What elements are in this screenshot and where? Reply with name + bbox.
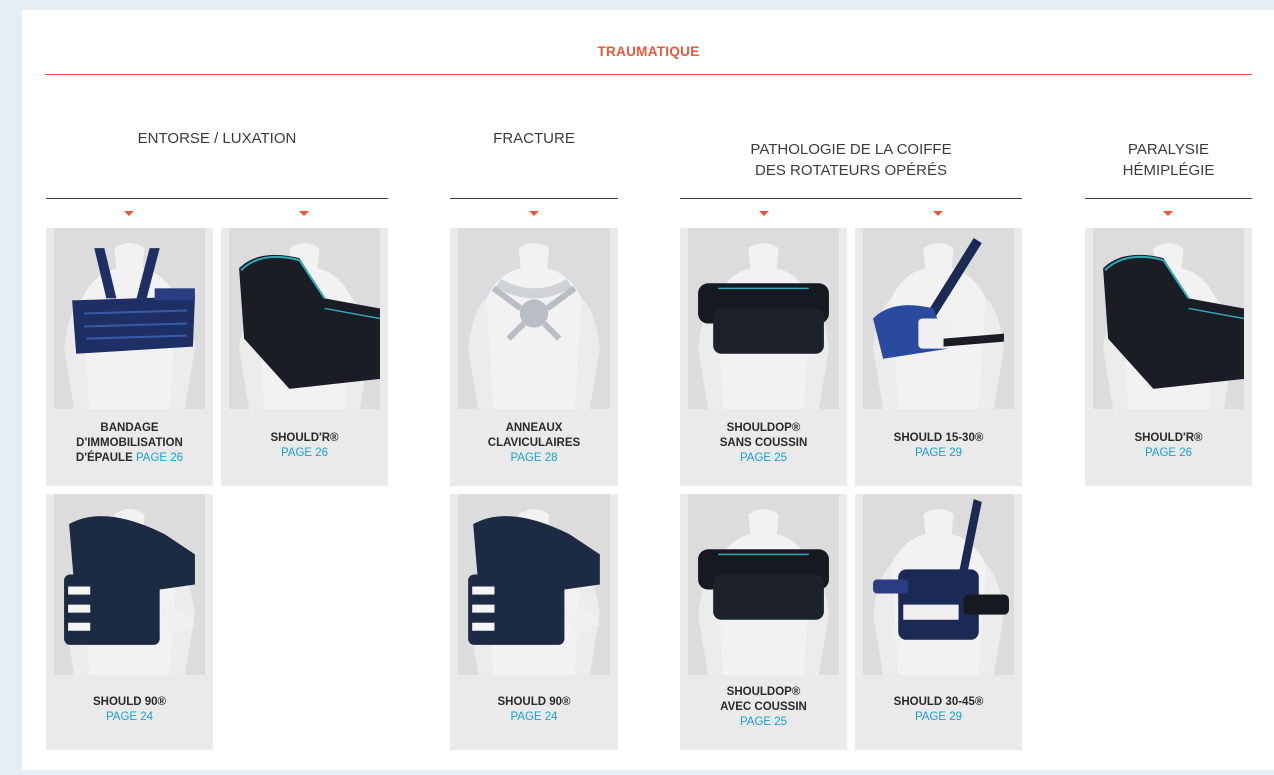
category-rule bbox=[1085, 198, 1252, 199]
product-page-link[interactable]: PAGE 25 bbox=[684, 451, 843, 466]
product-name: SHOULD'R® bbox=[270, 432, 339, 444]
product-photo-shouldop-no-cushion bbox=[688, 228, 839, 409]
product-caption: SHOULDOP® AVEC COUSSIN PAGE 25 bbox=[684, 685, 843, 730]
section-title-rule bbox=[45, 74, 1252, 75]
product-caption: SHOULD 90® PAGE 24 bbox=[454, 695, 614, 725]
category-rule bbox=[46, 198, 388, 199]
product-name: CLAVICULAIRES bbox=[487, 437, 581, 449]
product-card[interactable]: BANDAGE D'IMMOBILISATION D'ÉPAULE PAGE 2… bbox=[46, 228, 213, 486]
product-caption: BANDAGE D'IMMOBILISATION D'ÉPAULE PAGE 2… bbox=[50, 421, 209, 466]
product-photo-shoulder-brace bbox=[229, 228, 380, 409]
product-photo-shouldop-cushion bbox=[688, 494, 839, 675]
arrow-down-icon bbox=[124, 211, 134, 216]
product-caption: SHOULD 30-45® PAGE 29 bbox=[859, 695, 1018, 725]
product-photo-clavicle-rings bbox=[458, 228, 610, 409]
frame-bottom bbox=[22, 770, 1274, 775]
category-coiffe-rotateurs: PATHOLOGIE DE LA COIFFE DES ROTATEURS OP… bbox=[680, 118, 1022, 181]
category-rule bbox=[450, 198, 618, 199]
product-photo-should-15-30 bbox=[863, 228, 1014, 409]
product-name: BANDAGE bbox=[100, 422, 159, 434]
product-name: SHOULD 30-45® bbox=[893, 696, 984, 708]
product-photo-shoulder-brace bbox=[1093, 228, 1244, 409]
product-name: SHOULD 90® bbox=[92, 696, 166, 708]
category-paralysie: PARALYSIE HÉMIPLÉGIE bbox=[1085, 118, 1252, 181]
arrow-down-icon bbox=[759, 211, 769, 216]
product-card[interactable]: SHOULD 90® PAGE 24 bbox=[46, 494, 213, 750]
product-photo-should-30-45 bbox=[863, 494, 1014, 675]
product-page-link[interactable]: PAGE 24 bbox=[454, 710, 614, 725]
frame-left bbox=[0, 0, 22, 775]
product-name: D'IMMOBILISATION bbox=[76, 437, 183, 449]
product-card[interactable]: SHOULD'R® PAGE 26 bbox=[1085, 228, 1252, 486]
product-name: SHOULD 15-30® bbox=[893, 432, 984, 444]
category-rule bbox=[680, 198, 1022, 199]
product-page-link[interactable]: PAGE 26 bbox=[136, 452, 183, 464]
product-name: SHOULDOP® bbox=[726, 686, 801, 698]
category-title: ENTORSE / LUXATION bbox=[137, 130, 297, 147]
arrow-down-icon bbox=[1163, 211, 1173, 216]
product-page-link[interactable]: PAGE 26 bbox=[225, 446, 384, 461]
product-name: SANS COUSSIN bbox=[719, 437, 808, 449]
product-card[interactable]: SHOULD 15-30® PAGE 29 bbox=[855, 228, 1022, 486]
product-card[interactable]: SHOULD'R® PAGE 26 bbox=[221, 228, 388, 486]
product-card[interactable]: ANNEAUX CLAVICULAIRES PAGE 28 bbox=[450, 228, 618, 486]
arrow-down-icon bbox=[933, 211, 943, 216]
product-photo-should-90 bbox=[458, 494, 610, 675]
category-entorse-luxation: ENTORSE / LUXATION bbox=[46, 128, 388, 149]
product-page-link[interactable]: PAGE 25 bbox=[684, 715, 843, 730]
arrow-down-icon bbox=[529, 211, 539, 216]
product-caption: SHOULDOP® SANS COUSSIN PAGE 25 bbox=[684, 421, 843, 466]
product-photo-should-90 bbox=[54, 494, 205, 675]
product-page-link[interactable]: PAGE 26 bbox=[1089, 446, 1248, 461]
product-caption: SHOULD'R® PAGE 26 bbox=[1089, 431, 1248, 461]
product-page-link[interactable]: PAGE 24 bbox=[50, 710, 209, 725]
product-name: SHOULD'R® bbox=[1134, 432, 1203, 444]
arrow-down-icon bbox=[299, 211, 309, 216]
category-title: PATHOLOGIE DE LA COIFFE DES ROTATEURS OP… bbox=[750, 141, 952, 179]
product-name: ANNEAUX bbox=[505, 422, 563, 434]
product-card[interactable]: SHOULD 30-45® PAGE 29 bbox=[855, 494, 1022, 750]
product-card[interactable]: SHOULD 90® PAGE 24 bbox=[450, 494, 618, 750]
product-caption: ANNEAUX CLAVICULAIRES PAGE 28 bbox=[454, 421, 614, 466]
frame-top bbox=[0, 0, 1274, 10]
product-caption: SHOULD 15-30® PAGE 29 bbox=[859, 431, 1018, 461]
product-page-link[interactable]: PAGE 29 bbox=[859, 710, 1018, 725]
category-title: PARALYSIE HÉMIPLÉGIE bbox=[1122, 141, 1215, 179]
product-caption: SHOULD'R® PAGE 26 bbox=[225, 431, 384, 461]
product-name: SHOULD 90® bbox=[497, 696, 571, 708]
product-card[interactable]: SHOULDOP® AVEC COUSSIN PAGE 25 bbox=[680, 494, 847, 750]
product-caption: SHOULD 90® PAGE 24 bbox=[50, 695, 209, 725]
category-fracture: FRACTURE bbox=[450, 128, 618, 149]
product-name: AVEC COUSSIN bbox=[720, 701, 807, 713]
product-card[interactable]: SHOULDOP® SANS COUSSIN PAGE 25 bbox=[680, 228, 847, 486]
product-name: SHOULDOP® bbox=[726, 422, 801, 434]
section-title: TRAUMATIQUE bbox=[597, 44, 700, 59]
category-title: FRACTURE bbox=[493, 130, 575, 147]
product-photo-sling-bandage bbox=[54, 228, 205, 409]
product-page-link[interactable]: PAGE 29 bbox=[859, 446, 1018, 461]
product-page-link[interactable]: PAGE 28 bbox=[454, 451, 614, 466]
product-name: D'ÉPAULE bbox=[75, 452, 133, 464]
